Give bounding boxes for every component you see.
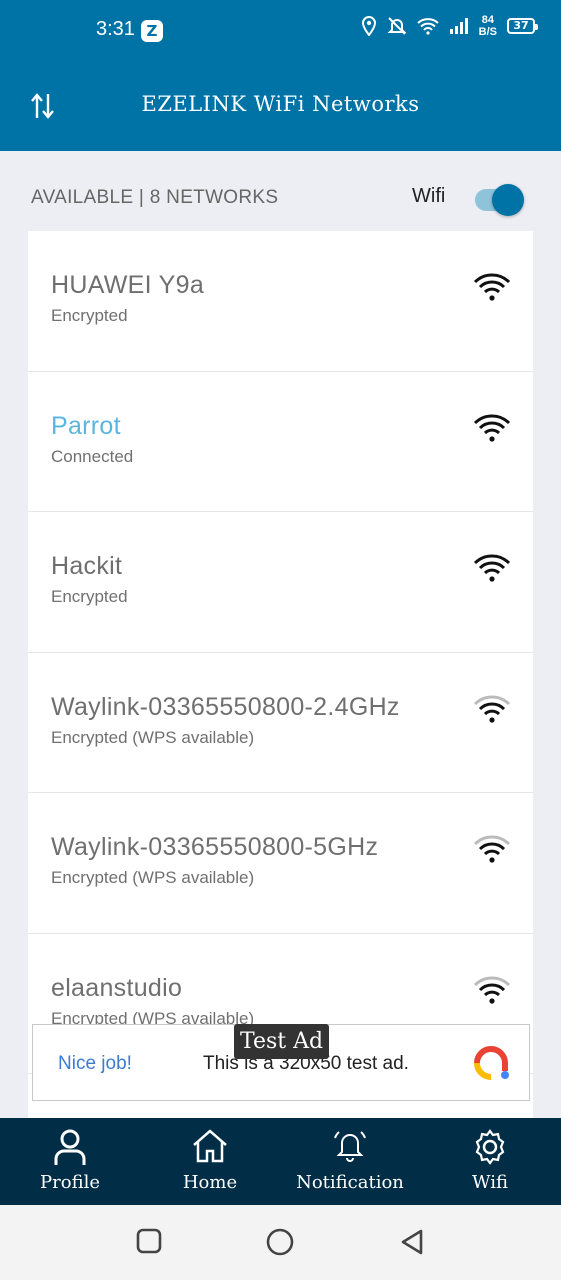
wifi-signal-icon — [473, 273, 511, 301]
nav-notification[interactable]: Notification — [290, 1118, 410, 1205]
test-ad-badge: Test Ad — [234, 1024, 330, 1059]
network-name: Waylink-03365550800-5GHz — [51, 833, 379, 861]
ad-left-text: Nice job! — [58, 1053, 132, 1074]
wifi-status-icon — [416, 18, 439, 35]
app-bar: EZELINK WiFi Networks — [0, 62, 561, 151]
bottom-nav: Profile Home Notification Wifi — [0, 1118, 561, 1205]
wifi-toggle[interactable] — [475, 184, 524, 216]
network-name: elaanstudio — [51, 973, 183, 1002]
person-icon — [54, 1129, 86, 1165]
home-icon — [193, 1129, 227, 1163]
bell-icon — [334, 1131, 366, 1162]
network-status: Encrypted — [51, 306, 128, 325]
network-list: HUAWEI Y9a Encrypted Parrot Connected Ha… — [28, 231, 533, 1118]
wifi-toggle-label: Wifi — [412, 185, 446, 207]
network-row-hackit[interactable]: Hackit Encrypted — [28, 512, 533, 653]
network-status: Connected — [51, 446, 134, 466]
network-status: Encrypted — [51, 587, 128, 606]
wifi-toggle-knob — [492, 184, 524, 216]
network-name: Waylink-03365550800-2.4GHz — [51, 692, 400, 721]
network-row-huawei[interactable]: HUAWEI Y9a Encrypted — [28, 231, 533, 372]
nav-label: Home — [182, 1172, 238, 1193]
wifi-signal-icon — [473, 975, 511, 1004]
network-name: Hackit — [51, 552, 123, 580]
nav-label: Profile — [40, 1172, 100, 1193]
network-status: Encrypted (WPS available) — [51, 727, 255, 747]
network-speed: 84 B/S — [478, 14, 497, 38]
wifi-signal-icon — [473, 413, 511, 442]
network-name: HUAWEI Y9a — [51, 271, 205, 299]
nav-home[interactable]: Home — [160, 1118, 260, 1205]
back-triangle-icon[interactable] — [398, 1227, 426, 1257]
network-status: Encrypted (WPS available) — [51, 868, 255, 887]
status-icons: 84 B/S 37 — [361, 14, 538, 38]
mute-bell-icon — [387, 17, 407, 35]
location-icon — [361, 16, 376, 36]
network-row-waylink-5[interactable]: Waylink-03365550800-5GHz Encrypted (WPS … — [28, 793, 533, 934]
recents-icon[interactable] — [135, 1227, 163, 1255]
nav-label: Notification — [296, 1172, 404, 1193]
battery-icon: 37 — [507, 18, 538, 34]
signal-bars-icon — [449, 18, 468, 34]
gear-icon — [475, 1129, 505, 1165]
wifi-signal-icon — [473, 554, 511, 582]
ad-logo-icon — [474, 1046, 509, 1080]
network-row-waylink-24[interactable]: Waylink-03365550800-2.4GHz Encrypted (WP… — [28, 653, 533, 793]
network-name: Parrot — [51, 411, 121, 440]
nav-wifi[interactable]: Wifi — [440, 1118, 540, 1205]
wifi-signal-icon — [473, 835, 511, 863]
networks-header: AVAILABLE | 8 NETWORKS Wifi — [0, 151, 561, 231]
nav-label: Wifi — [472, 1172, 508, 1193]
system-nav-bar — [0, 1205, 561, 1280]
status-time: 3:31 — [96, 18, 135, 40]
nav-profile[interactable]: Profile — [20, 1118, 120, 1205]
network-row-parrot[interactable]: Parrot Connected — [28, 372, 533, 512]
home-circle-icon[interactable] — [265, 1227, 295, 1257]
wifi-signal-icon — [473, 694, 511, 723]
page-title: EZELINK WiFi Networks — [141, 92, 420, 116]
app-notification-icon: Z — [141, 20, 163, 42]
available-count: AVAILABLE | 8 NETWORKS — [31, 187, 279, 208]
status-bar: 3:31 Z 84 B/S 37 — [0, 0, 561, 62]
